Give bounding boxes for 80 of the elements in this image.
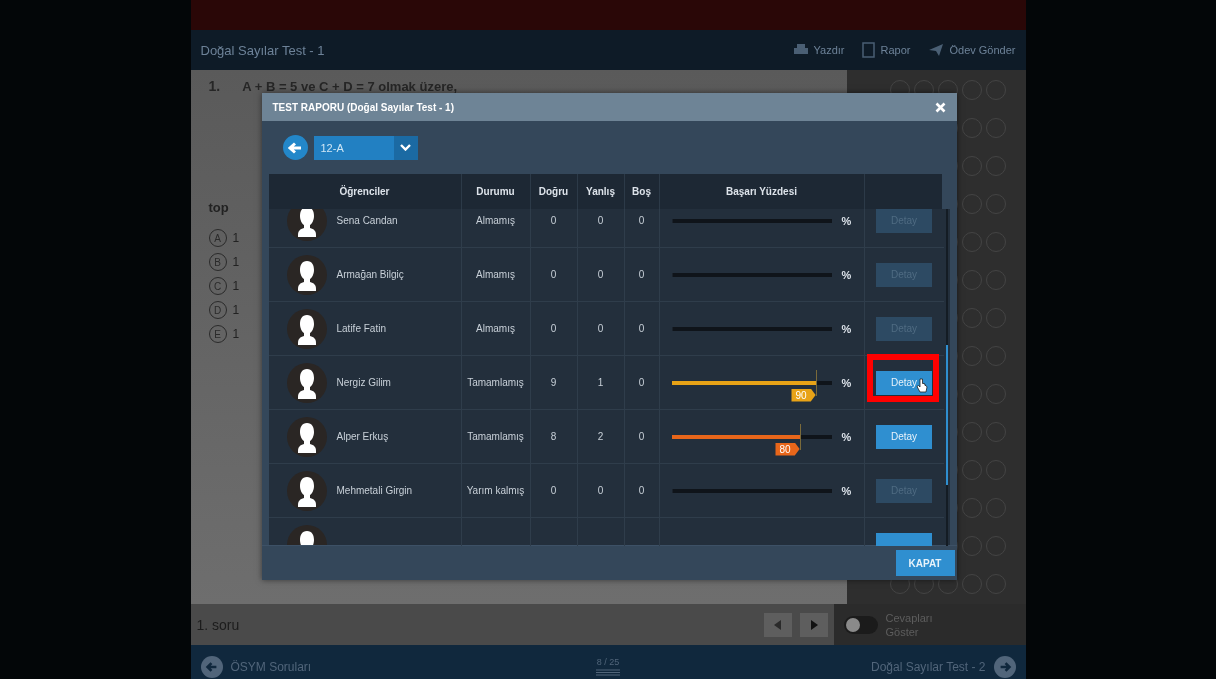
test-title: Doğal Sayılar Test - 1 (200, 42, 326, 58)
close-dialog-button[interactable]: KAPAT (895, 550, 955, 576)
score-badge: 80 (775, 442, 800, 456)
toolbar-link[interactable]: Rapor (880, 44, 911, 56)
status-cell: Tamamlamış (467, 431, 524, 442)
student-name: Sena Candan (336, 215, 398, 226)
triangle-right-icon (809, 619, 818, 630)
next-test-link[interactable]: Doğal Sayılar Test - 2 (871, 655, 1016, 678)
percent-sign: % (841, 376, 852, 389)
percent-sign: % (841, 214, 852, 227)
wrong-count: 1 (597, 377, 604, 388)
empty-count: 0 (638, 485, 645, 496)
student-name: Nergiz Gilim (336, 377, 391, 388)
score-marker (799, 423, 801, 450)
option-text: 1 (232, 327, 240, 341)
option-text: 1 (232, 231, 240, 245)
empty-count: 0 (638, 215, 645, 226)
option-text: 1 (232, 279, 240, 293)
correct-count: 0 (550, 215, 557, 226)
column-header: Öğrenciler (338, 184, 391, 199)
status-cell: Almamış (476, 269, 515, 280)
status-cell: Almamış (476, 215, 515, 226)
scrollbar-track[interactable] (945, 209, 948, 546)
previous-button[interactable] (763, 612, 792, 637)
empty-count: 0 (638, 377, 645, 388)
empty-count: 0 (638, 269, 645, 280)
status-cell: Tamamlamış (467, 377, 524, 388)
correct-count: 8 (550, 431, 557, 442)
menu-icon[interactable] (596, 669, 620, 676)
student-name: Mehmetali Girgin (336, 485, 413, 496)
next-button[interactable] (799, 612, 828, 637)
status-cell: Almamış (476, 323, 515, 334)
hand-cursor-icon (915, 378, 928, 394)
student-name: Alper Erkuş (336, 431, 389, 442)
avatar-icon (286, 362, 327, 403)
avatar-icon (286, 209, 327, 241)
score-badge: 90 (791, 388, 816, 402)
close-button[interactable] (934, 101, 946, 113)
option-text: 1 (232, 303, 240, 317)
paper-plane-icon (928, 43, 945, 57)
toolbar-link[interactable]: Yazdır (813, 44, 845, 56)
detail-button[interactable]: Detay (876, 424, 932, 449)
previous-test-link[interactable]: ÖSYM Soruları (200, 655, 596, 678)
dialog-title: TEST RAPORU (Doğal Sayılar Test - 1) (272, 101, 454, 113)
correct-count: 9 (550, 377, 557, 388)
detail-button[interactable]: Detay (876, 370, 932, 395)
correct-count: 0 (550, 485, 557, 496)
wrong-count: 0 (597, 269, 604, 280)
avatar-icon (286, 254, 327, 295)
status-cell: Yarım kalmış (466, 485, 525, 496)
back-button[interactable] (282, 135, 308, 160)
empty-count: 0 (638, 431, 645, 442)
option-text: 1 (232, 255, 240, 269)
wrong-count: 0 (597, 215, 604, 226)
avatar-icon (286, 308, 327, 349)
score-marker (815, 369, 817, 396)
toolbar-link[interactable]: Ödev Gönder (949, 44, 1016, 56)
printer-icon (792, 43, 809, 57)
document-icon (862, 42, 876, 58)
correct-count: 0 (550, 323, 557, 334)
empty-count: 0 (638, 323, 645, 334)
student-name: Armağan Bilgiç (336, 269, 404, 280)
question-prompt: top (208, 200, 230, 215)
arrow-left-icon (288, 141, 302, 154)
avatar-icon (286, 416, 327, 457)
percent-sign: % (841, 268, 852, 281)
class-select[interactable]: 12-A (313, 135, 418, 160)
percent-sign: % (841, 322, 852, 335)
chevron-down-icon (400, 144, 411, 151)
avatar-icon (286, 470, 327, 511)
wrong-count: 0 (597, 485, 604, 496)
percent-sign: % (841, 430, 852, 443)
answers-toggle[interactable] (843, 615, 878, 634)
correct-count: 0 (550, 269, 557, 280)
wrong-count: 2 (597, 431, 604, 442)
scrollbar-thumb[interactable] (945, 345, 948, 485)
percent-sign: % (841, 484, 852, 497)
wrong-count: 0 (597, 323, 604, 334)
triangle-left-icon (773, 619, 782, 630)
student-name: Latife Fatin (336, 323, 386, 334)
